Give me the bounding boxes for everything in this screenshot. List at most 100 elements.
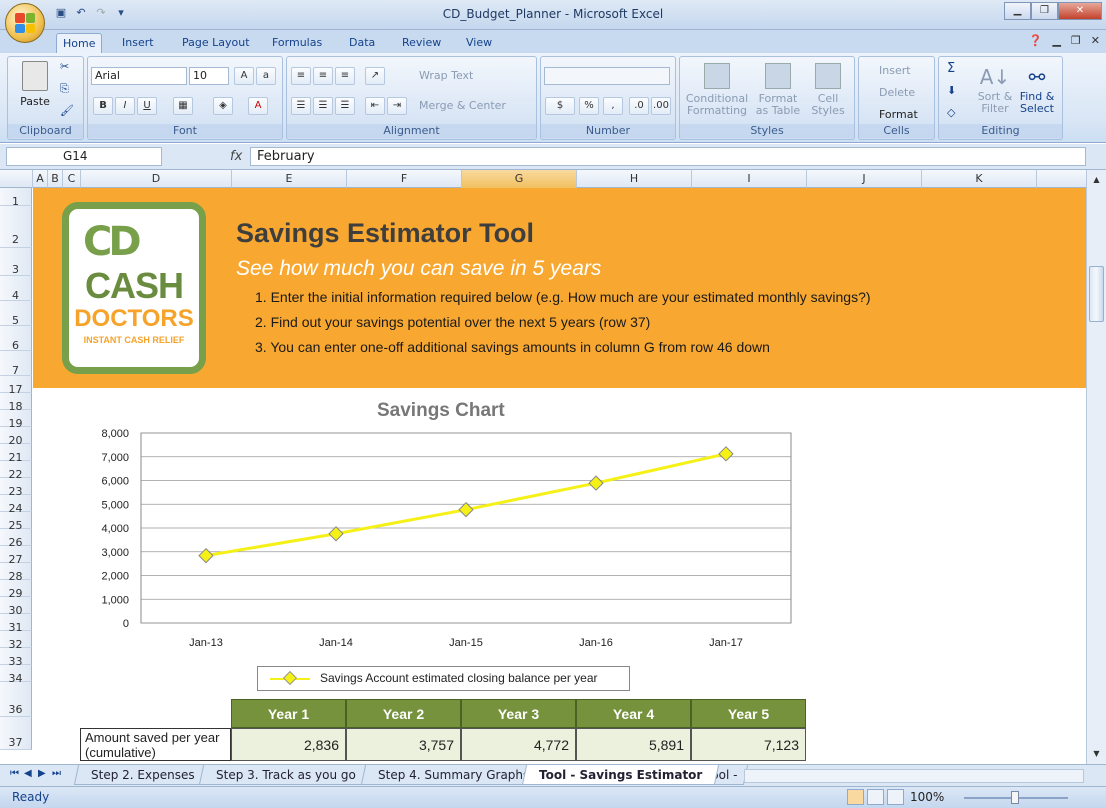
row-header[interactable]: 23 (0, 478, 32, 498)
worksheet-grid[interactable]: CD CASH DOCTORS INSTANT CASH RELIEF Savi… (33, 188, 1086, 764)
number-format-select[interactable] (544, 67, 670, 85)
row-header[interactable]: 30 (0, 597, 32, 617)
year-value-cell[interactable]: 5,891 (576, 728, 691, 761)
italic-icon[interactable]: I (115, 97, 135, 115)
row-header[interactable]: 20 (0, 427, 32, 447)
maximize-button[interactable]: ❐ (1031, 2, 1058, 20)
column-header-a[interactable]: A (33, 170, 48, 188)
borders-icon[interactable]: ▦ (173, 97, 193, 115)
increase-indent-icon[interactable]: ⇥ (387, 97, 407, 115)
format-as-table-button[interactable]: Format as Table (752, 63, 804, 117)
row-header[interactable]: 21 (0, 444, 32, 464)
next-sheet-icon[interactable]: ▶ (38, 768, 46, 779)
ribbon-restore-icon[interactable]: ❐ (1071, 34, 1081, 47)
align-right-icon[interactable]: ☰ (335, 97, 355, 115)
normal-view-icon[interactable] (847, 789, 864, 805)
help-icon[interactable]: ❓ (1029, 34, 1043, 47)
copy-icon[interactable]: ⎘ (60, 83, 69, 95)
row-header[interactable]: 31 (0, 614, 32, 634)
align-center-icon[interactable]: ☰ (313, 97, 333, 115)
row-header[interactable]: 18 (0, 393, 32, 413)
column-header-j[interactable]: J (807, 170, 922, 188)
row-header[interactable]: 3 (0, 248, 32, 276)
row-header[interactable]: 26 (0, 529, 32, 549)
column-header-c[interactable]: C (63, 170, 81, 188)
row-header[interactable]: 27 (0, 546, 32, 566)
horizontal-scrollbar[interactable] (744, 769, 1084, 783)
zoom-level[interactable]: 100% (910, 790, 944, 804)
row-header[interactable]: 28 (0, 563, 32, 583)
zoom-slider-knob[interactable] (1011, 791, 1019, 804)
column-header-e[interactable]: E (232, 170, 347, 188)
align-left-icon[interactable]: ☰ (291, 97, 311, 115)
sheet-tab-active[interactable]: Tool - Savings Estimator (521, 765, 720, 785)
row-header[interactable]: 6 (0, 326, 32, 352)
tab-insert[interactable]: Insert (116, 33, 160, 53)
column-header-f[interactable]: F (347, 170, 462, 188)
row-header[interactable]: 25 (0, 512, 32, 532)
delete-cells-button[interactable]: Delete (879, 87, 915, 99)
percent-button[interactable]: % (579, 97, 599, 115)
row-header[interactable]: 37 (0, 717, 32, 750)
first-sheet-icon[interactable]: ⏮ (10, 768, 19, 779)
find-select-button[interactable]: ⚯ Find & Select (1017, 63, 1057, 115)
autosum-icon[interactable]: Σ (947, 62, 955, 75)
column-header-b[interactable]: B (48, 170, 63, 188)
ribbon-close-icon[interactable]: ✕ (1091, 34, 1100, 47)
grow-font-icon[interactable]: A (234, 67, 254, 85)
office-button[interactable] (5, 3, 45, 43)
year-value-cell[interactable]: 4,772 (461, 728, 576, 761)
tab-page-layout[interactable]: Page Layout (176, 33, 256, 53)
tab-data[interactable]: Data (343, 33, 381, 53)
ribbon-minimize-icon[interactable]: ▁ (1052, 34, 1060, 47)
page-break-view-icon[interactable] (887, 789, 904, 805)
font-color-icon[interactable]: A (248, 97, 268, 115)
orientation-icon[interactable]: ↗ (365, 67, 385, 85)
fill-color-icon[interactable]: ◈ (213, 97, 233, 115)
decrease-decimal-icon[interactable]: .00 (651, 97, 671, 115)
sheet-tab[interactable]: Step 3. Track as you go (198, 765, 373, 785)
row-header[interactable]: 34 (0, 665, 32, 685)
tab-home[interactable]: Home (56, 33, 103, 53)
formula-input[interactable]: February (250, 147, 1086, 166)
column-header-h[interactable]: H (577, 170, 692, 188)
row-header[interactable]: 36 (0, 682, 32, 717)
sheet-tab[interactable]: Step 4. Summary Graphs (360, 765, 547, 785)
currency-button[interactable]: $ (545, 97, 575, 115)
close-button[interactable]: ✕ (1058, 2, 1102, 20)
page-layout-view-icon[interactable] (867, 789, 884, 805)
align-bottom-icon[interactable]: ≡ (335, 67, 355, 85)
format-painter-icon[interactable]: 🖌 (60, 105, 74, 117)
year-value-cell[interactable]: 3,757 (346, 728, 461, 761)
sort-filter-button[interactable]: A↓ Sort & Filter (977, 63, 1013, 115)
paste-button[interactable]: Paste (16, 61, 54, 115)
year-value-cell[interactable]: 2,836 (231, 728, 346, 761)
scroll-down-icon[interactable]: ▼ (1089, 746, 1104, 762)
insert-function-icon[interactable]: fx (230, 149, 242, 164)
decrease-indent-icon[interactable]: ⇤ (365, 97, 385, 115)
cut-icon[interactable]: ✂ (60, 61, 69, 73)
conditional-formatting-button[interactable]: Conditional Formatting (684, 63, 750, 117)
row-header[interactable]: 17 (0, 376, 32, 396)
merge-center-button[interactable]: Merge & Center (419, 100, 506, 112)
minimize-button[interactable]: ▁ (1004, 2, 1031, 20)
prev-sheet-icon[interactable]: ◀ (24, 768, 32, 779)
column-header-d[interactable]: D (81, 170, 232, 188)
row-header[interactable]: 1 (0, 188, 32, 208)
row-header[interactable]: 4 (0, 276, 32, 302)
year-value-cell[interactable]: 7,123 (691, 728, 806, 761)
row-header[interactable]: 33 (0, 648, 32, 668)
row-header[interactable]: 22 (0, 461, 32, 481)
shrink-font-icon[interactable]: a (256, 67, 276, 85)
format-cells-button[interactable]: Format (879, 109, 918, 121)
font-size-select[interactable]: 10 (189, 67, 229, 85)
savings-chart[interactable]: Savings Chart 8,000 7,000 6,000 5,000 4,000 3… (33, 388, 1086, 698)
last-sheet-icon[interactable]: ⏭ (52, 768, 61, 779)
row-header[interactable]: 32 (0, 631, 32, 651)
tab-view[interactable]: View (460, 33, 498, 53)
font-name-select[interactable]: Arial (91, 67, 187, 85)
underline-icon[interactable]: U (137, 97, 157, 115)
row-header[interactable]: 2 (0, 206, 32, 248)
name-box[interactable]: G14 (6, 147, 162, 166)
sheet-tab[interactable]: Step 2. Expenses (73, 765, 212, 785)
